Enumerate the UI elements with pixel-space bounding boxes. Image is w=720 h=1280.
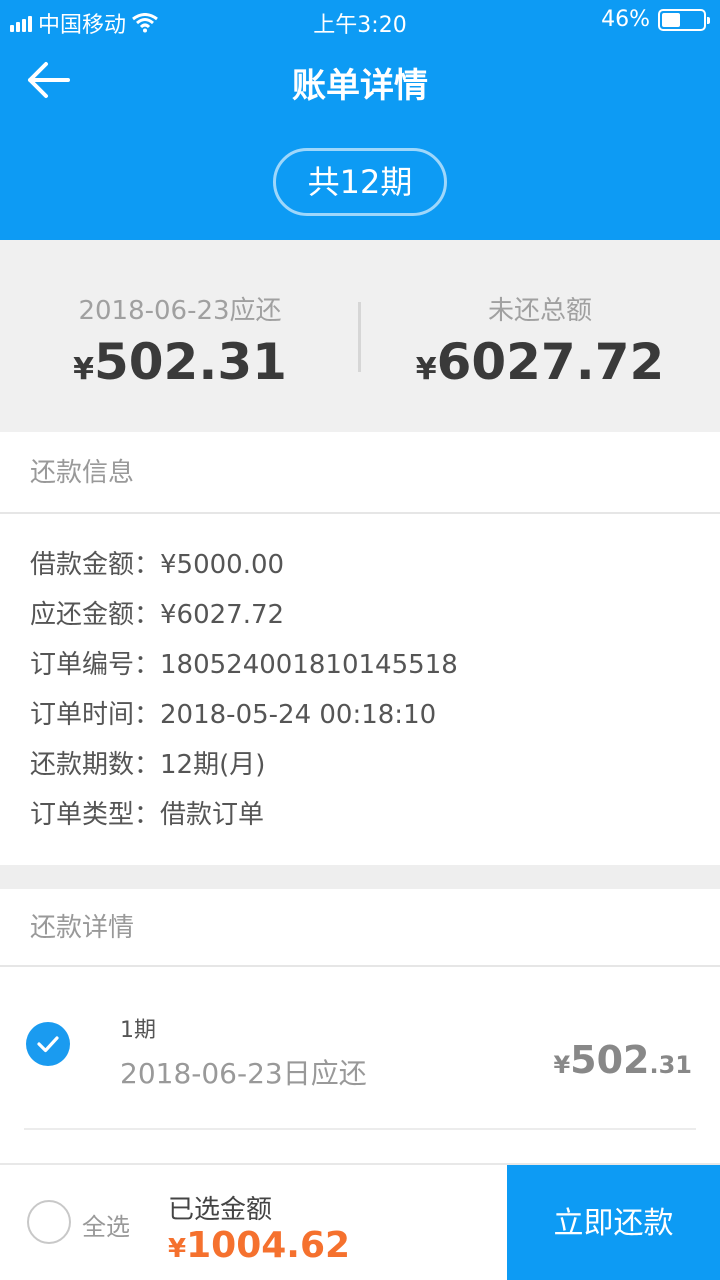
checkmark-icon <box>37 1036 59 1053</box>
info-value: 180524001810145518 <box>160 650 458 680</box>
installment-amount: ¥502.31 <box>553 1038 692 1082</box>
outstanding-label: 未还总额 <box>487 296 592 326</box>
info-row-loan-amount: 借款金额：¥5000.00 <box>30 540 710 590</box>
info-row-order-number: 订单编号：180524001810145518 <box>30 640 710 690</box>
info-value: ¥5000.00 <box>160 550 285 580</box>
info-row-order-type: 订单类型：借款订单 <box>30 790 710 840</box>
due-value: 502.31 <box>93 333 287 391</box>
header: 中国移动 上午3:20 46% 账单详情 共12期 <box>0 0 720 240</box>
info-label: 订单时间： <box>30 700 161 730</box>
item-divider <box>24 1128 696 1130</box>
status-right: 46% <box>601 7 710 32</box>
outstanding-amount: ¥6027.72 <box>360 333 720 391</box>
info-row-due-amount: 应还金额：¥6027.72 <box>30 590 710 640</box>
outstanding-value: 6027.72 <box>436 333 665 391</box>
due-label: 2018-06-23应还 <box>78 296 282 326</box>
due-summary: 2018-06-23应还 ¥502.31 <box>0 290 360 391</box>
periods-badge: 共12期 <box>273 148 447 216</box>
section-gap <box>0 865 720 889</box>
page-title: 账单详情 <box>292 66 428 106</box>
battery-icon <box>658 8 710 31</box>
selected-currency: ¥ <box>168 1234 187 1264</box>
repay-info-list: 借款金额：¥5000.00 应还金额：¥6027.72 订单编号：1805240… <box>30 540 710 840</box>
info-value: 12期(月) <box>160 750 266 780</box>
due-amount: ¥502.31 <box>0 333 360 391</box>
info-label: 借款金额： <box>30 550 161 580</box>
pay-now-button[interactable]: 立即还款 <box>507 1165 720 1280</box>
installment-due-date: 2018-06-23日应还 <box>120 1057 367 1090</box>
info-row-order-time: 订单时间：2018-05-24 00:18:10 <box>30 690 710 740</box>
installment-amount-dec: .31 <box>649 1051 692 1079</box>
selected-amount-label: 已选金额 <box>168 1195 273 1225</box>
installment-item[interactable]: 1期 2018-06-23日应还 ¥502.31 <box>0 968 720 1130</box>
selected-amount: ¥1004.62 <box>168 1225 350 1266</box>
status-bar: 中国移动 上午3:20 46% <box>0 0 720 40</box>
info-label: 订单编号： <box>30 650 161 680</box>
nav-bar: 账单详情 <box>0 48 720 112</box>
installment-period: 1期 <box>120 1018 156 1043</box>
bill-summary: 2018-06-23应还 ¥502.31 未还总额 ¥6027.72 <box>0 240 720 432</box>
footer-bar: 全选 已选金额 ¥1004.62 立即还款 <box>0 1163 720 1280</box>
installment-amount-int: 502 <box>570 1038 650 1082</box>
select-all-label[interactable]: 全选 <box>82 1207 130 1242</box>
info-label: 订单类型： <box>30 800 161 830</box>
installment-currency: ¥ <box>553 1051 571 1079</box>
info-value: ¥6027.72 <box>160 600 285 630</box>
outstanding-summary: 未还总额 ¥6027.72 <box>360 290 720 391</box>
selected-amount-value: 1004.62 <box>186 1225 351 1266</box>
due-currency: ¥ <box>73 352 94 387</box>
select-all-radio[interactable] <box>27 1200 71 1244</box>
outstanding-currency: ¥ <box>415 352 437 387</box>
info-row-periods: 还款期数：12期(月) <box>30 740 710 790</box>
info-label: 还款期数： <box>30 750 161 780</box>
info-value: 2018-05-24 00:18:10 <box>160 700 437 730</box>
info-label: 应还金额： <box>30 600 161 630</box>
installment-checkbox[interactable] <box>26 1022 70 1066</box>
repay-details-header: 还款详情 <box>0 889 720 967</box>
battery-percent: 46% <box>601 7 650 32</box>
repay-info-header: 还款信息 <box>0 432 720 514</box>
info-value: 借款订单 <box>160 800 265 830</box>
